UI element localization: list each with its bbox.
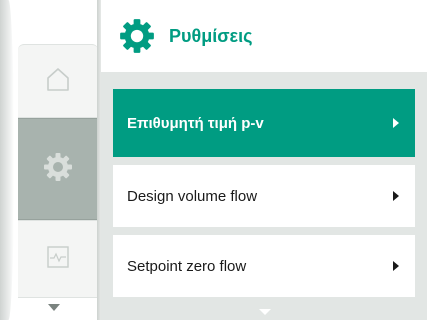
menu-item-setpoint-zero-flow[interactable]: Setpoint zero flow [113, 235, 415, 297]
sidebar-item-settings[interactable] [18, 118, 98, 220]
sidebar-item-home[interactable] [18, 44, 98, 118]
chevron-right-icon [393, 118, 399, 128]
sidebar [0, 0, 101, 320]
home-icon [43, 64, 73, 99]
chevron-right-icon [393, 191, 399, 201]
gear-icon [42, 151, 74, 188]
menu-item-label: Setpoint zero flow [127, 257, 247, 275]
chevron-right-icon [393, 261, 399, 271]
menu-list: Επιθυμητή τιμή p-v Design volume flow Se… [101, 72, 427, 320]
gear-icon [117, 16, 157, 56]
page-title: Ρυθμίσεις [169, 25, 253, 46]
menu-item-label: Επιθυμητή τιμή p-v [127, 114, 264, 132]
sidebar-track [18, 6, 98, 314]
sidebar-bezel [0, 0, 14, 320]
chevron-down-icon[interactable] [48, 304, 60, 311]
menu-item-design-volume-flow[interactable]: Design volume flow [113, 165, 415, 227]
trend-icon [45, 244, 71, 275]
sidebar-item-trend[interactable] [18, 220, 98, 298]
menu-item-label: Design volume flow [127, 187, 258, 205]
chevron-down-icon[interactable] [259, 309, 271, 315]
menu-item-setpoint-pv[interactable]: Επιθυμητή τιμή p-v [113, 89, 415, 157]
page-header: Ρυθμίσεις [101, 0, 427, 72]
